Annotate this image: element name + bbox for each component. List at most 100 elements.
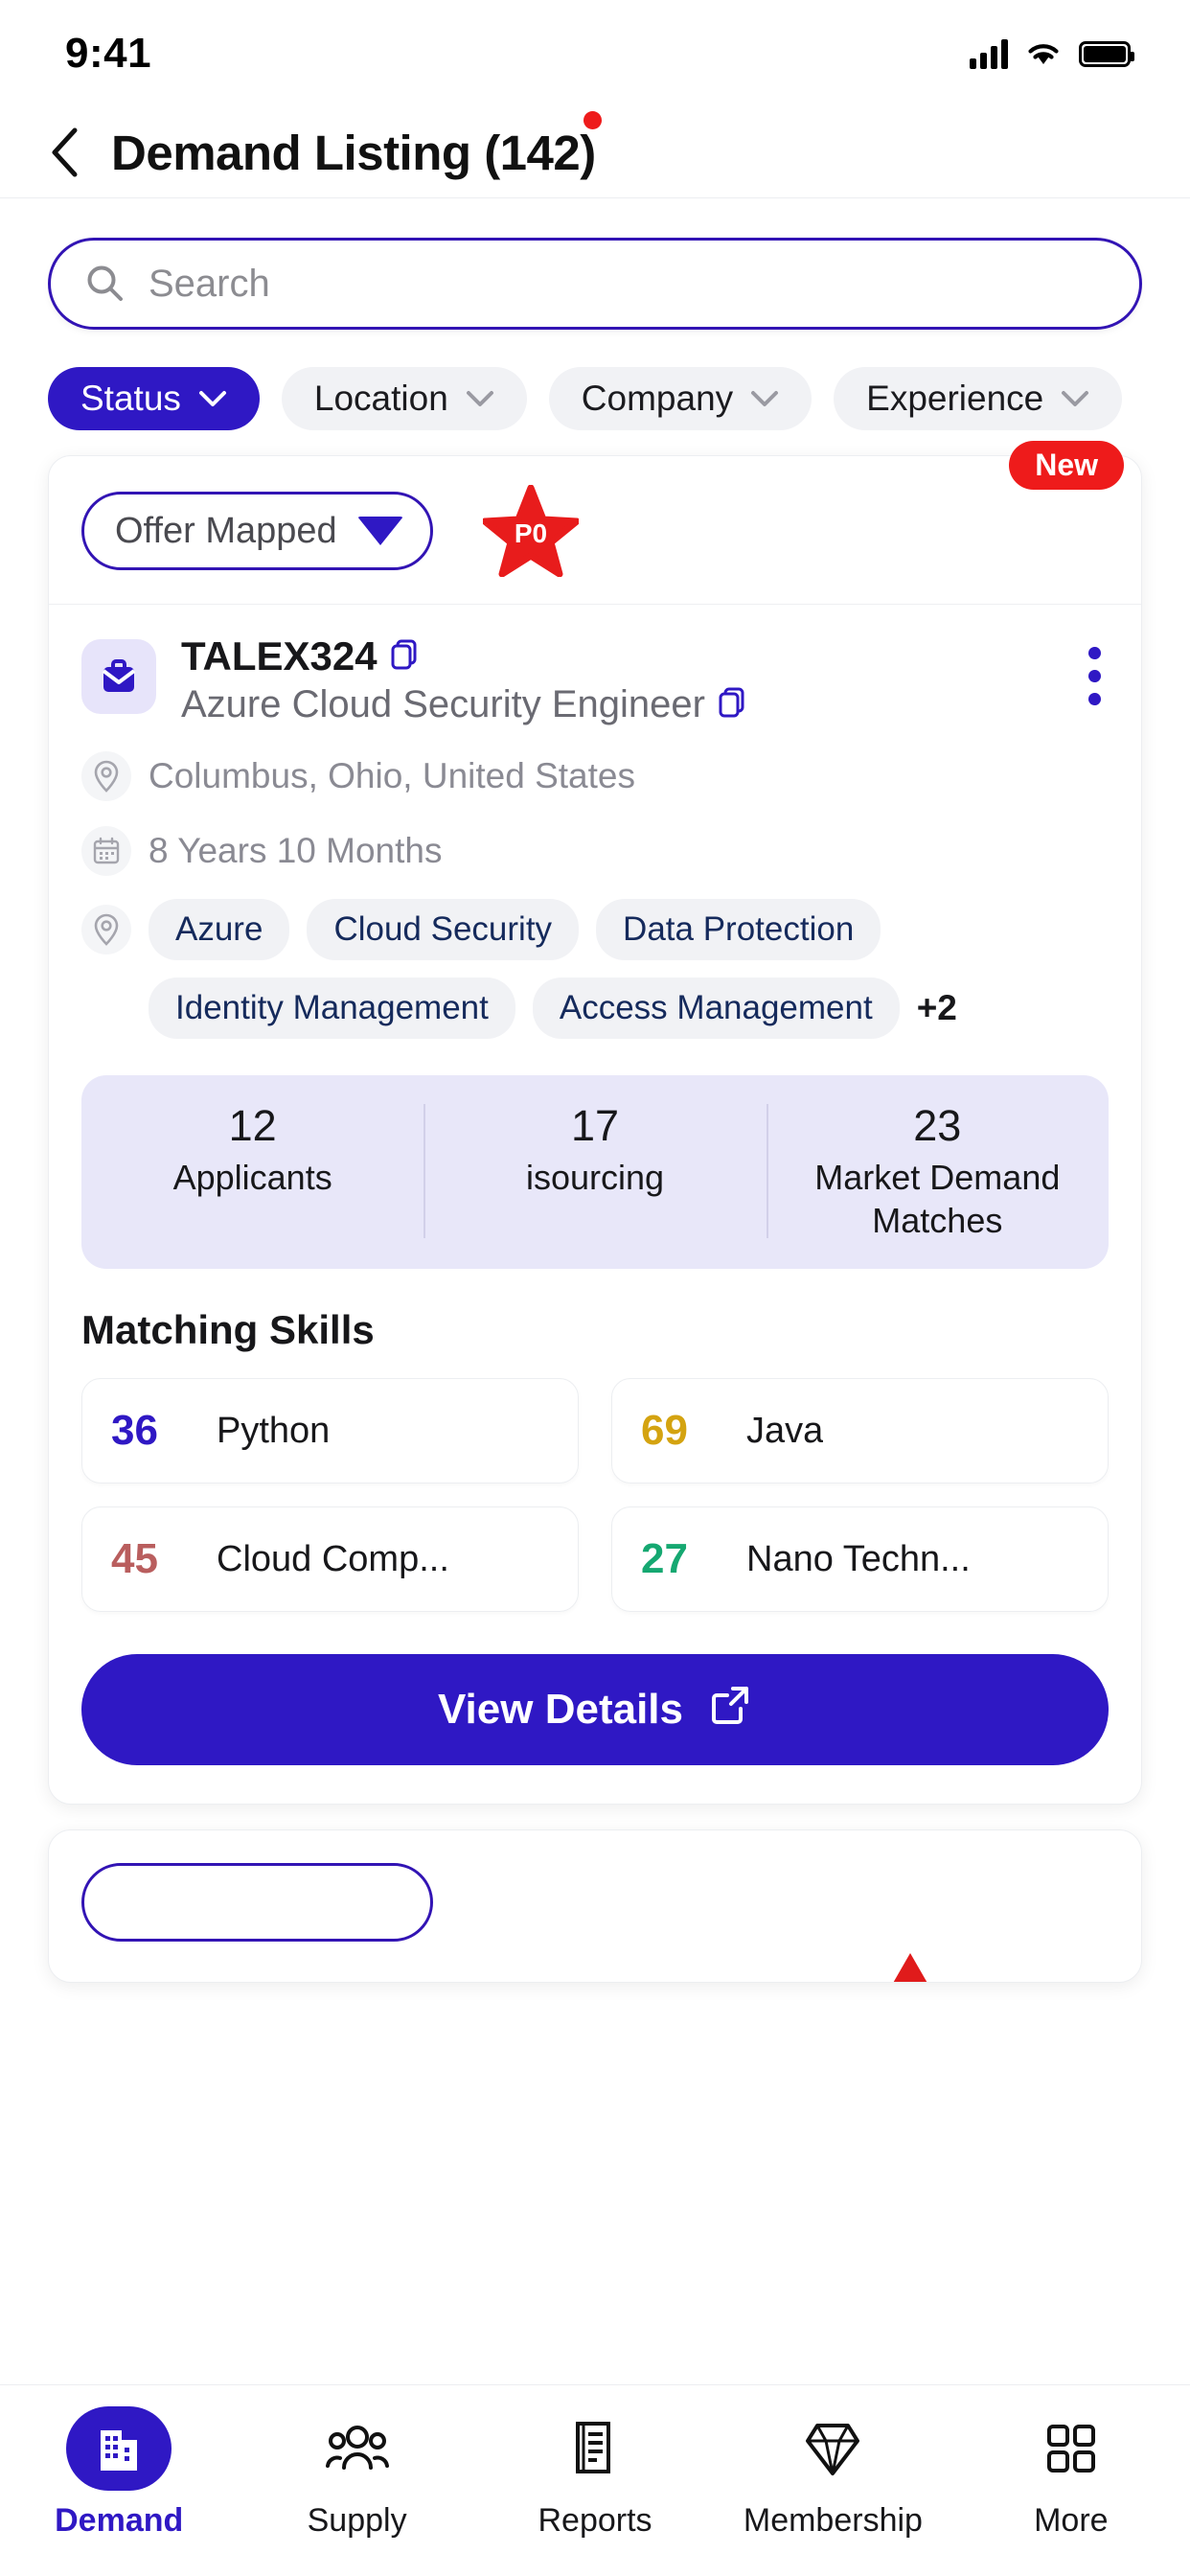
location-text: Columbus, Ohio, United States: [149, 756, 635, 795]
chevron-down-icon: [750, 389, 779, 408]
filter-chip-label: Company: [581, 379, 734, 418]
nav-item-more[interactable]: More: [952, 2406, 1190, 2540]
search-section: Search: [0, 198, 1190, 330]
filter-chip-location[interactable]: Location: [281, 367, 527, 430]
page-title: Demand Listing (142): [111, 110, 602, 181]
matching-skill-name: Nano Techn...: [746, 1538, 971, 1579]
location-pin-icon: [81, 751, 131, 801]
priority-label: P0: [514, 518, 548, 548]
job-id-row: TALEX324: [181, 633, 1081, 679]
filter-chip-label: Location: [313, 379, 448, 418]
scroll-marker-icon: [888, 1953, 932, 1982]
matching-skill-value: 36: [111, 1407, 158, 1454]
nav-item-supply[interactable]: Supply: [238, 2406, 475, 2540]
matching-skill-item[interactable]: 36 Python: [81, 1378, 579, 1484]
matching-skill-item[interactable]: 27 Nano Techn...: [611, 1506, 1109, 1612]
stat-isourcing[interactable]: 17 isourcing: [423, 1100, 766, 1242]
nav-label: Membership: [743, 2502, 923, 2539]
chevron-down-icon: [198, 389, 227, 408]
skill-tags-more[interactable]: +2: [917, 988, 957, 1028]
job-text-block: TALEX324 Azure Cloud Security Engineer: [181, 633, 1081, 726]
new-badge: New: [1009, 441, 1124, 490]
cellular-signal-icon: [970, 38, 1008, 69]
nav-item-demand[interactable]: Demand: [0, 2406, 238, 2540]
people-group-icon: [325, 2406, 389, 2491]
copy-icon[interactable]: [391, 639, 418, 675]
external-link-icon: [708, 1683, 752, 1737]
status-bar: 9:41: [0, 0, 1190, 107]
skill-tag[interactable]: Cloud Security: [307, 899, 580, 960]
building-icon: [66, 2406, 172, 2491]
battery-icon: [1079, 40, 1134, 67]
matching-skills-title: Matching Skills: [81, 1307, 375, 1352]
matching-skill-name: Cloud Comp...: [217, 1538, 449, 1579]
filter-chip-status[interactable]: Status: [48, 367, 260, 430]
view-details-label: View Details: [438, 1686, 683, 1733]
more-vertical-icon[interactable]: [1081, 633, 1109, 705]
stat-applicants[interactable]: 12 Applicants: [81, 1100, 423, 1242]
filter-chip-experience[interactable]: Experience: [834, 367, 1123, 430]
status-dropdown-value: Offer Mapped: [115, 510, 337, 551]
stat-value: 17: [570, 1101, 620, 1150]
search-placeholder: Search: [149, 262, 270, 305]
status-dropdown[interactable]: [81, 1863, 433, 1942]
experience-text: 8 Years 10 Months: [149, 831, 443, 870]
nav-label: Reports: [538, 2502, 652, 2539]
document-icon: [570, 2406, 620, 2491]
location-row: Columbus, Ohio, United States: [81, 751, 1109, 801]
demand-card-header: Offer Mapped P0: [49, 456, 1141, 605]
filter-chip-label: Experience: [866, 379, 1044, 418]
copy-icon[interactable]: [719, 687, 745, 723]
chevron-down-icon: [466, 389, 494, 408]
wifi-icon: [1028, 44, 1059, 64]
status-time: 9:41: [65, 30, 152, 77]
stat-label: Market Demand Matches: [814, 1158, 1061, 1240]
skill-tag-block: Azure Cloud Security Data Protection Ide…: [81, 899, 1109, 1039]
filter-chip-company[interactable]: Company: [548, 367, 812, 430]
view-details-button[interactable]: View Details: [81, 1654, 1109, 1765]
stat-label: isourcing: [525, 1158, 665, 1197]
matching-skill-item[interactable]: 69 Java: [611, 1378, 1109, 1484]
filter-chip-label: Status: [80, 379, 181, 418]
matching-skill-value: 45: [111, 1535, 158, 1582]
diamond-icon: [805, 2406, 860, 2491]
location-pin-icon: [81, 905, 131, 954]
nav-label: More: [1034, 2502, 1109, 2539]
skill-tag[interactable]: Access Management: [532, 978, 900, 1039]
chevron-down-icon: [1061, 389, 1089, 408]
job-id: TALEX324: [181, 633, 378, 678]
notification-dot: [583, 110, 602, 129]
search-input[interactable]: Search: [48, 238, 1142, 330]
status-dropdown[interactable]: Offer Mapped: [81, 492, 433, 570]
nav-item-reports[interactable]: Reports: [476, 2406, 714, 2540]
nav-label: Demand: [55, 2502, 184, 2539]
bottom-navigation: Demand Supply Reports Membership More: [0, 2384, 1190, 2576]
matching-skill-value: 69: [641, 1407, 688, 1454]
stat-market-demand-matches[interactable]: 23 Market Demand Matches: [766, 1100, 1109, 1242]
page-header: Demand Listing (142): [0, 107, 1190, 198]
stat-value: 23: [913, 1101, 962, 1150]
matching-skill-name: Python: [217, 1410, 331, 1451]
matching-skill-value: 27: [641, 1535, 688, 1582]
back-chevron-icon[interactable]: [42, 127, 86, 177]
nav-label: Supply: [307, 2502, 407, 2539]
demand-card[interactable]: New Offer Mapped P0 TALEX324 Azure Cloud…: [48, 441, 1142, 1805]
briefcase-icon: [81, 639, 156, 714]
search-icon: [85, 264, 126, 304]
skill-tags: Azure Cloud Security Data Protection Ide…: [149, 899, 1109, 1039]
matching-skill-item[interactable]: 45 Cloud Comp...: [81, 1506, 579, 1612]
demand-card-body: TALEX324 Azure Cloud Security Engineer C…: [49, 605, 1141, 1765]
job-title-row: Azure Cloud Security Engineer: [181, 683, 1081, 726]
page-title-text: Demand Listing (142): [111, 125, 596, 180]
matching-skills-grid: 36 Python 69 Java 45 Cloud Comp... 27 Na…: [81, 1378, 1109, 1612]
matching-skill-name: Java: [746, 1410, 824, 1451]
job-title: Azure Cloud Security Engineer: [181, 683, 705, 725]
skill-tag[interactable]: Data Protection: [596, 899, 881, 960]
filter-chip-row[interactable]: Status Location Company Experience: [0, 330, 1190, 430]
experience-row: 8 Years 10 Months: [81, 826, 1109, 876]
nav-item-membership[interactable]: Membership: [714, 2406, 951, 2540]
skill-tag[interactable]: Identity Management: [149, 978, 515, 1039]
demand-card-next[interactable]: [48, 1829, 1142, 1983]
calendar-icon: [81, 826, 131, 876]
skill-tag[interactable]: Azure: [149, 899, 290, 960]
